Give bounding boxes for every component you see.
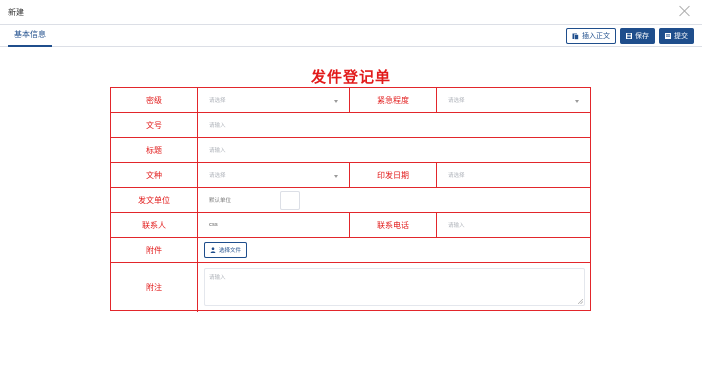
secret-level-cell: 请选择 <box>198 88 350 113</box>
resize-grip-icon[interactable] <box>578 299 583 304</box>
remarks-textarea[interactable]: 请输入 <box>204 268 585 306</box>
contact-label: 联系人 <box>111 213 198 238</box>
contact-value: css <box>209 222 218 228</box>
document-icon <box>572 33 579 40</box>
issuing-unit-input[interactable]: 默认单位 <box>204 190 280 210</box>
doc-number-label: 文号 <box>111 113 198 138</box>
subject-label: 标题 <box>111 138 198 163</box>
doc-type-label: 文种 <box>111 163 198 188</box>
print-date-cell: 请选择 <box>437 163 590 188</box>
secret-level-placeholder: 请选择 <box>209 98 226 104</box>
issuing-unit-value: 默认单位 <box>209 198 232 204</box>
urgency-label: 紧急程度 <box>350 88 437 113</box>
choose-file-button[interactable]: 选择文件 <box>204 242 247 258</box>
close-icon[interactable] <box>678 4 692 18</box>
save-label: 保存 <box>635 32 649 40</box>
contact-input[interactable]: css <box>204 215 343 235</box>
insert-body-button[interactable]: 插入正文 <box>566 28 616 44</box>
phone-cell: 请输入 <box>437 213 590 238</box>
attachment-label: 附件 <box>111 238 198 263</box>
insert-body-label: 插入正文 <box>582 32 610 40</box>
chevron-down-icon <box>334 174 338 178</box>
doc-type-select[interactable]: 请选择 <box>204 165 343 185</box>
phone-placeholder: 请输入 <box>448 223 465 229</box>
phone-label: 联系电话 <box>350 213 437 238</box>
secret-level-select[interactable]: 请选择 <box>204 90 343 110</box>
urgency-select[interactable]: 请选择 <box>443 90 584 110</box>
chevron-down-icon <box>334 99 338 103</box>
doc-number-placeholder: 请输入 <box>209 123 226 129</box>
registration-form: 密级 请选择 紧急程度 请选择 文号 请输入 标题 请输入 文种 请选择 印发日… <box>110 87 591 312</box>
phone-input[interactable]: 请输入 <box>443 215 584 235</box>
issuing-unit-picker-button[interactable] <box>280 190 300 210</box>
chevron-down-icon <box>575 99 579 103</box>
submit-icon <box>665 33 671 39</box>
issuing-unit-cell: 默认单位 <box>198 188 590 213</box>
doc-number-cell: 请输入 <box>198 113 590 138</box>
subject-cell: 请输入 <box>198 138 590 163</box>
contact-cell: css <box>198 213 350 238</box>
submit-button[interactable]: 提交 <box>659 28 694 44</box>
save-icon <box>626 33 632 39</box>
remarks-placeholder: 请输入 <box>209 275 226 281</box>
print-date-placeholder: 请选择 <box>448 173 465 179</box>
print-date-input[interactable]: 请选择 <box>443 165 584 185</box>
urgency-placeholder: 请选择 <box>448 98 465 104</box>
doc-number-input[interactable]: 请输入 <box>204 115 584 135</box>
secret-level-label: 密级 <box>111 88 198 113</box>
dialog-title: 新建 <box>8 8 24 17</box>
print-date-label: 印发日期 <box>350 163 437 188</box>
attachment-cell: 选择文件 <box>198 238 590 263</box>
user-icon <box>210 247 216 253</box>
tab-basic-info[interactable]: 基本信息 <box>8 25 52 47</box>
submit-label: 提交 <box>674 32 688 40</box>
urgency-cell: 请选择 <box>437 88 590 113</box>
remarks-cell: 请输入 <box>198 263 590 312</box>
remarks-label: 附注 <box>111 263 198 312</box>
subject-input[interactable]: 请输入 <box>204 140 584 160</box>
save-button[interactable]: 保存 <box>620 28 655 44</box>
dialog-titlebar: 新建 <box>0 0 702 25</box>
choose-file-label: 选择文件 <box>219 248 242 254</box>
doc-type-cell: 请选择 <box>198 163 350 188</box>
form-title: 发件登记单 <box>310 68 391 86</box>
doc-type-placeholder: 请选择 <box>209 173 226 179</box>
issuing-unit-label: 发文单位 <box>111 188 198 213</box>
toolbar: 插入正文 保存 提交 <box>566 28 694 44</box>
subject-placeholder: 请输入 <box>209 148 226 154</box>
